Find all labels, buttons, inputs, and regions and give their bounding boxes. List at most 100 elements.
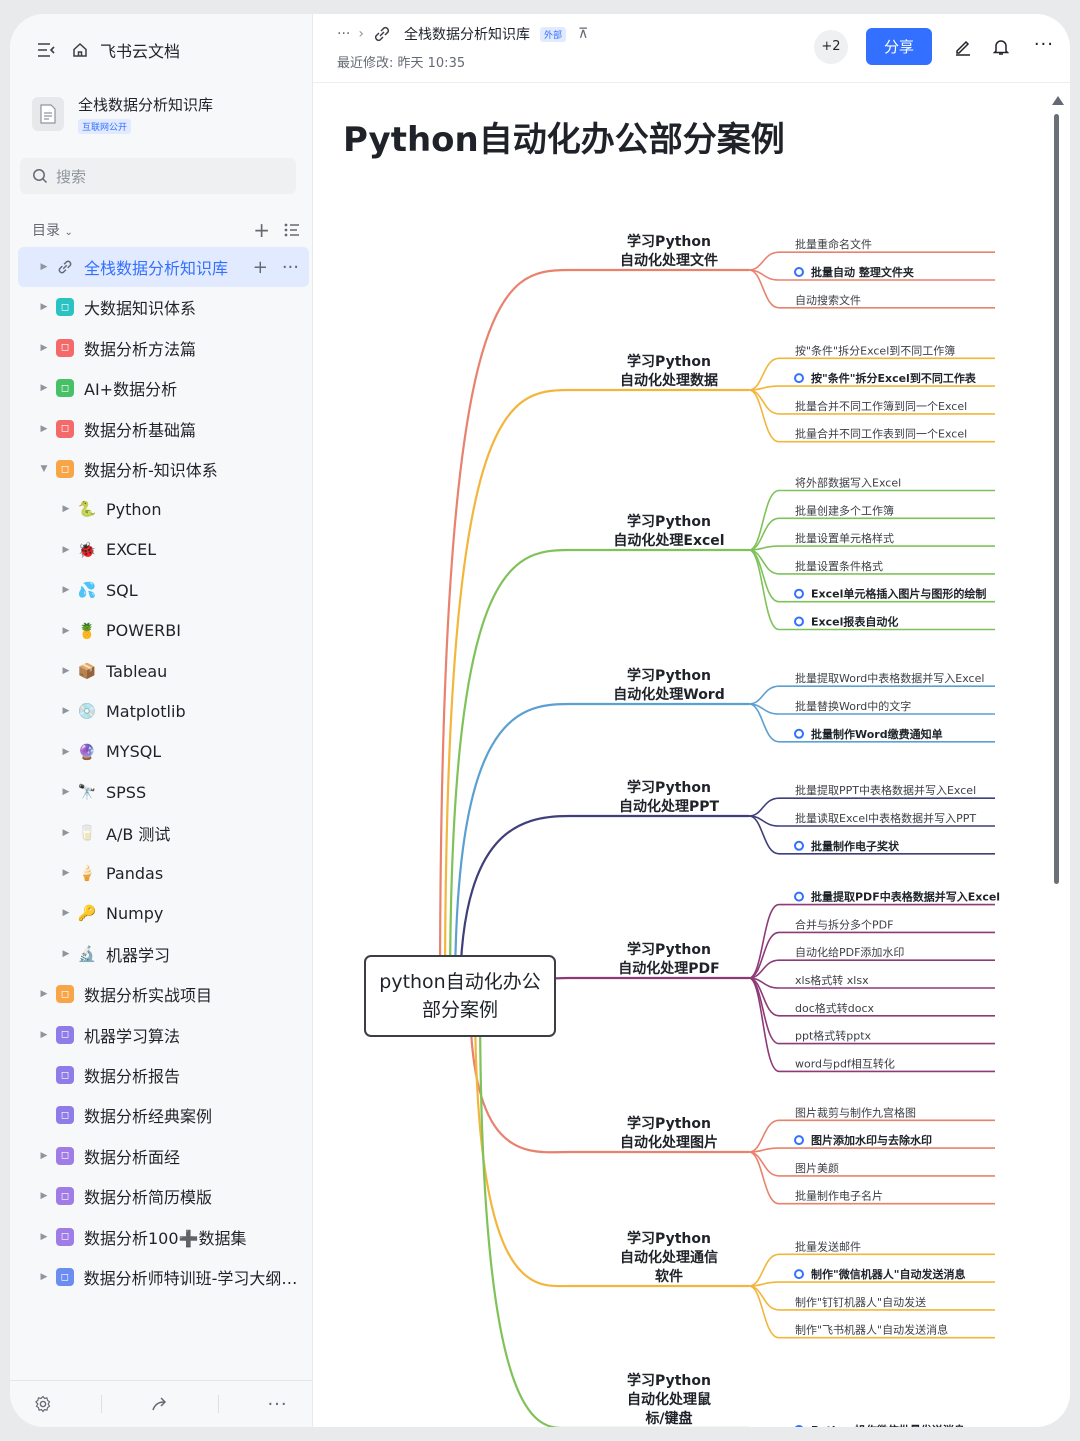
sidebar-item[interactable]: ◻ 数据分析经典案例 [18,1095,309,1135]
target-icon [794,616,804,627]
target-icon [794,1269,804,1280]
sidebar-item[interactable]: ▶ 💿 Matplotlib [18,691,309,731]
caret-down-icon[interactable]: ▼ [40,464,48,474]
sidebar-item-label: 数据分析经典案例 [84,1107,213,1127]
sidebar-item[interactable]: ▶ 🍦 Pandas [18,853,309,893]
add-child-icon[interactable]: + [253,257,268,278]
sidebar-item[interactable]: ▶ 🔬 机器学习 [18,934,309,974]
settings-icon[interactable] [34,1395,52,1413]
caret-right-icon[interactable]: ▶ [40,302,48,312]
home-icon[interactable] [70,40,90,60]
share-out-icon[interactable] [151,1396,169,1412]
sidebar-item[interactable]: ▼ ◻ 数据分析-知识体系 [18,449,309,489]
sidebar-item[interactable]: ▶ 🔮 MYSQL [18,732,309,772]
footer-divider [101,1395,103,1413]
violet-square-icon: ◻ [56,1187,74,1206]
sidebar-item[interactable]: ▶ 🐞 EXCEL [18,530,309,570]
leaf-label: 按"条件"拆分Excel到不同工作簿 [795,343,955,357]
scroll-up-arrow[interactable] [1052,96,1064,105]
caret-right-icon[interactable] [40,1111,48,1119]
collaborators-avatar[interactable]: +2 [813,29,848,64]
caret-right-icon[interactable]: ▶ [62,706,70,716]
caret-right-icon[interactable] [40,1071,48,1079]
sidebar-item[interactable]: ▶ 全栈数据分析知识库 + ··· [18,247,309,287]
caret-right-icon[interactable]: ▶ [40,1272,48,1282]
caret-right-icon[interactable]: ▶ [62,545,70,555]
caret-right-icon[interactable]: ▶ [62,747,70,757]
caret-right-icon[interactable]: ▶ [62,626,70,636]
caret-right-icon[interactable]: ▶ [62,949,70,959]
more-icon[interactable]: ··· [267,1394,287,1415]
caret-right-icon[interactable]: ▶ [62,828,70,838]
sidebar-item[interactable]: ▶ ◻ 数据分析面经 [18,1136,309,1176]
scrollbar[interactable] [1052,96,1064,1416]
caret-right-icon[interactable]: ▶ [40,343,48,353]
doc-title-breadcrumb[interactable]: 全栈数据分析知识库 [404,24,530,44]
caret-right-icon[interactable]: ▶ [40,424,48,434]
space-header[interactable]: 全栈数据分析知识库 互联网公开 [32,94,213,134]
sidebar-item[interactable]: ▶ ◻ 机器学习算法 [18,1015,309,1055]
bell-icon[interactable] [992,38,1010,56]
leaf-label: 图片添加水印与去除水印 [811,1133,932,1147]
target-icon [794,728,804,739]
brand-name[interactable]: 飞书云文档 [100,38,180,62]
list-options-icon[interactable] [284,223,300,237]
sidebar-topbar: 飞书云文档 [36,38,180,62]
leaf-connector [748,959,995,979]
sidebar-item[interactable]: ▶ ◻ 数据分析方法篇 [18,328,309,368]
leaf-label: Python操作微信批量发送消息 [811,1423,965,1427]
search-box[interactable]: 搜索 [20,158,296,194]
sidebar-item[interactable]: ▶ 📦 Tableau [18,651,309,691]
sidebar-item-label: Python [106,499,162,519]
sidebar-item[interactable]: ▶ 🥛 A/B 测试 [18,813,309,853]
caret-right-icon[interactable]: ▶ [62,504,70,514]
add-icon[interactable]: + [253,218,270,242]
leaf-connector [748,1151,995,1177]
sidebar-item[interactable]: ▶ 🍍 POWERBI [18,611,309,651]
sidebar-item[interactable]: ▶ 🔭 SPSS [18,772,309,812]
sidebar-item[interactable]: ▶ 🐍 Python [18,489,309,529]
sidebar-item[interactable]: ▶ ◻ 数据分析师特训班-学习大纲（... [18,1257,309,1297]
caret-right-icon[interactable]: ▶ [40,262,48,272]
sidebar-item[interactable]: ▶ ◻ 大数据知识体系 [18,287,309,327]
sidebar-item[interactable]: ◻ 数据分析报告 [18,1055,309,1095]
sidebar-item-label: SPSS [106,782,147,802]
collapse-sidebar-icon[interactable] [36,40,56,60]
caret-right-icon[interactable]: ▶ [62,868,70,878]
caret-right-icon[interactable]: ▶ [62,585,70,595]
sidebar-item[interactable]: ▶ ◻ 数据分析基础篇 [18,409,309,449]
red-square-icon: ◻ [56,419,74,438]
caret-right-icon[interactable]: ▶ [62,787,70,797]
item-emoji-icon: 🐞 [77,540,97,559]
caret-right-icon[interactable]: ▶ [40,1232,48,1242]
sidebar-item[interactable]: ▶ ◻ 数据分析实战项目 [18,974,309,1014]
sidebar-item[interactable]: ▶ ◻ AI+数据分析 [18,368,309,408]
app-window: 飞书云文档 全栈数据分析知识库 互联网公开 搜索 目录 ⌄ + ▶ 全栈数据分析… [10,14,1070,1427]
sidebar-item[interactable]: ▶ 💦 SQL [18,570,309,610]
caret-right-icon[interactable]: ▶ [40,383,48,393]
sidebar-item-label: 数据分析方法篇 [84,339,197,359]
sidebar-item[interactable]: ▶ 🔑 Numpy [18,893,309,933]
target-icon [794,840,804,851]
breadcrumb-more[interactable]: ··· [337,26,350,42]
caret-right-icon[interactable]: ▶ [40,1191,48,1201]
more-options-icon[interactable]: ··· [1034,34,1054,55]
scrollbar-thumb[interactable] [1054,114,1059,884]
edit-icon[interactable] [954,38,972,56]
pin-icon[interactable]: ⊼ [578,26,588,42]
sidebar-item[interactable]: ▶ ◻ 数据分析100➕数据集 [18,1217,309,1257]
leaf-label: 批量制作电子名片 [795,1189,883,1203]
share-button[interactable]: 分享 [865,28,932,65]
toc-toggle[interactable]: 目录 ⌄ [32,220,73,240]
sidebar-item-label: 数据分析面经 [84,1147,181,1167]
sidebar-item[interactable]: ▶ ◻ 数据分析简历模版 [18,1176,309,1216]
caret-right-icon[interactable]: ▶ [62,666,70,676]
branch-connector [478,995,749,1427]
branch-title: 学习Python 自动化处理数据 [620,353,718,389]
caret-right-icon[interactable]: ▶ [40,1151,48,1161]
more-icon[interactable]: ··· [282,257,299,278]
caret-right-icon[interactable]: ▶ [62,908,70,918]
caret-right-icon[interactable]: ▶ [40,1030,48,1040]
last-modified: 最近修改: 昨天 10:35 [337,56,466,71]
caret-right-icon[interactable]: ▶ [40,989,48,999]
